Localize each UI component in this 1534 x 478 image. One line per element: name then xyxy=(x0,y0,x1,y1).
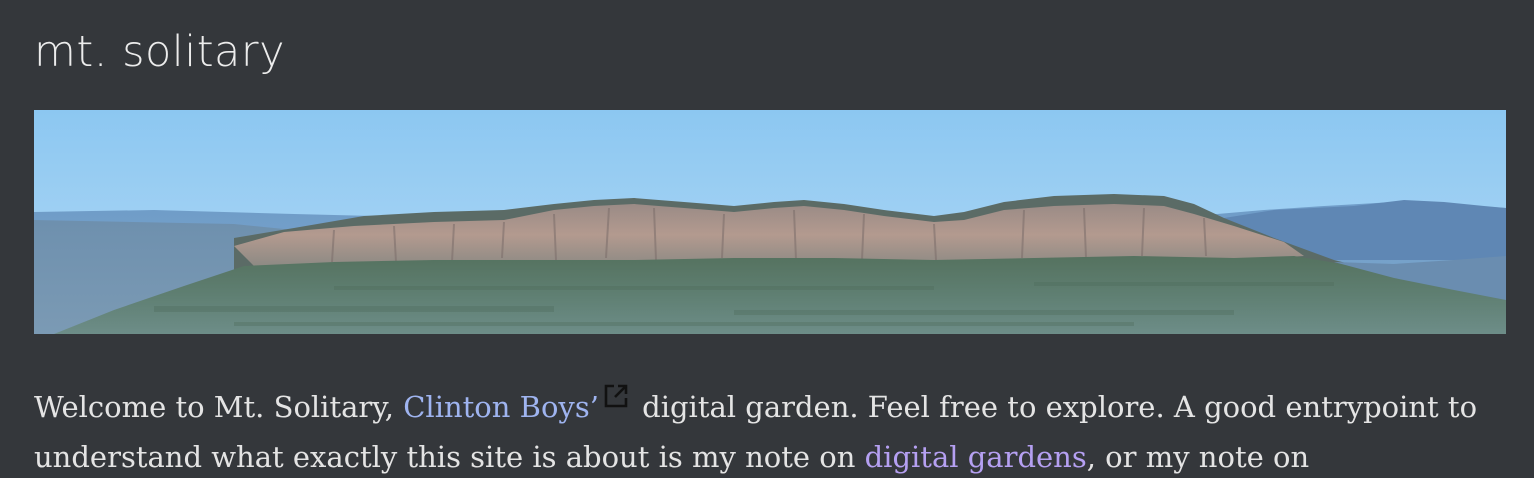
banner-image xyxy=(34,110,1506,334)
intro-text: , or my note on xyxy=(1086,440,1310,474)
intro-text: digital garden. Feel free to explore. A … xyxy=(632,390,1478,424)
intro-text: understand what exactly this site is abo… xyxy=(34,440,865,474)
intro-paragraph: Welcome to Mt. Solitary, Clinton Boys’ d… xyxy=(34,382,1506,478)
intro-line-2: understand what exactly this site is abo… xyxy=(34,432,1506,478)
page: mt. solitary Welcome to Mt. Solitary, Cl… xyxy=(0,0,1534,478)
intro-line-1: Welcome to Mt. Solitary, Clinton Boys’ d… xyxy=(34,382,1506,432)
digital-gardens-link[interactable]: digital gardens xyxy=(865,440,1087,474)
external-link-icon xyxy=(604,384,628,408)
intro-text: Welcome to Mt. Solitary, xyxy=(34,390,404,424)
mountain-panorama-image xyxy=(34,110,1506,334)
author-link[interactable]: Clinton Boys’ xyxy=(403,390,599,424)
site-title[interactable]: mt. solitary xyxy=(34,24,285,80)
